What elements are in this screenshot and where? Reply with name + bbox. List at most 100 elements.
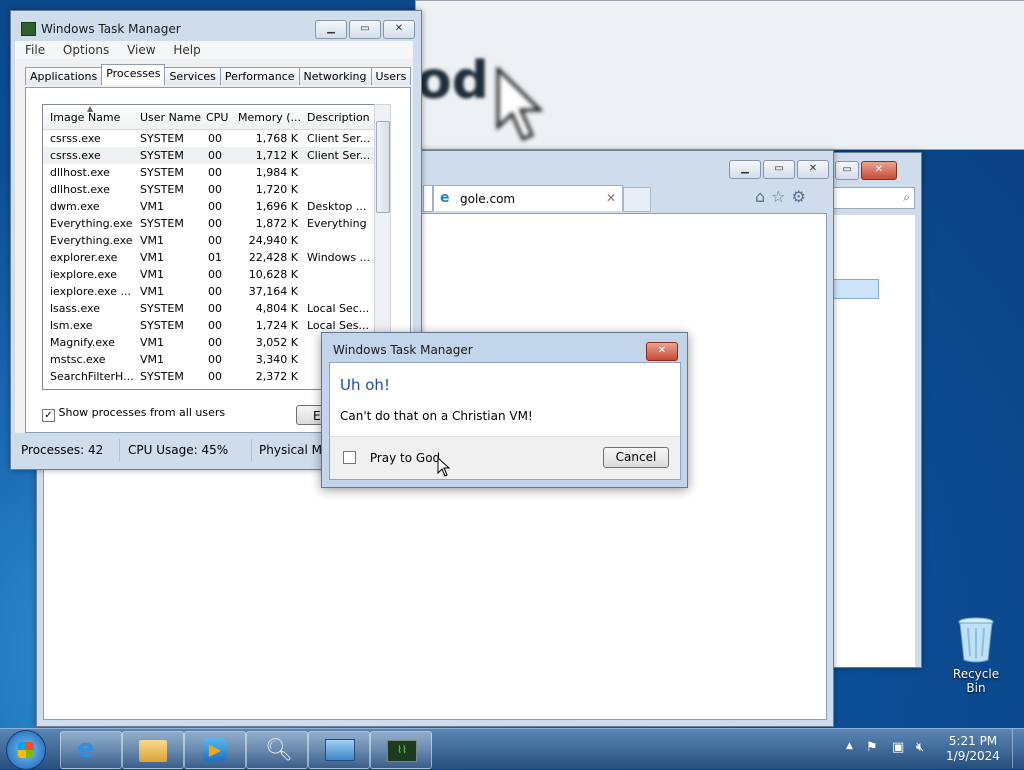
cell-image-name: Everything.exe: [50, 217, 133, 230]
table-row[interactable]: iexplore.exe ... VM1 00 37,164 K: [43, 283, 375, 300]
dialog-client: Uh oh! Can't do that on a Christian VM! …: [329, 362, 681, 480]
menu-help[interactable]: Help: [173, 43, 200, 57]
message-dialog: Windows Task Manager ✕ Uh oh! Can't do t…: [321, 332, 688, 488]
cell-memory: 3,052 K: [255, 336, 298, 349]
cancel-button[interactable]: Cancel: [603, 447, 669, 468]
table-row[interactable]: lsass.exe SYSTEM 00 4,804 K Local Sec...: [43, 300, 375, 317]
maximize-button[interactable]: ▭: [763, 160, 795, 179]
action-center-icon[interactable]: ⚑: [866, 740, 878, 755]
table-row[interactable]: csrss.exe SYSTEM 00 1,712 K Client Ser...: [43, 147, 375, 164]
show-all-users-option[interactable]: ✓ Show processes from all users: [42, 406, 225, 422]
column-cpu[interactable]: CPU: [206, 111, 228, 124]
tab-users[interactable]: Users: [370, 67, 412, 85]
pray-option[interactable]: Pray to God: [343, 451, 440, 465]
taskbar: e ▶ 🔍︎ ⌇⌇ ▲ ⚑ ▣ 🔇︎ 5:21 PM 1/9/2024: [0, 728, 1024, 770]
cell-description: Client Ser...: [307, 149, 371, 162]
close-button[interactable]: ✕: [797, 160, 829, 179]
cell-user-name: SYSTEM: [140, 149, 184, 162]
task-manager-icon: ⌇⌇: [387, 740, 417, 762]
cell-cpu: 00: [208, 217, 222, 230]
sort-arrow-icon: ▲: [87, 104, 94, 113]
cell-user-name: VM1: [140, 285, 165, 298]
recycle-bin-icon: [958, 617, 994, 663]
menu-options[interactable]: Options: [63, 43, 109, 57]
minimize-button[interactable]: ▁: [729, 160, 761, 179]
ie-icon: e: [440, 190, 450, 206]
scrollbar-thumb[interactable]: [376, 121, 390, 213]
home-icon[interactable]: ⌂: [755, 187, 771, 206]
column-description[interactable]: Description: [307, 111, 370, 124]
tab-networking[interactable]: Networking: [298, 67, 372, 85]
taskbar-task-manager[interactable]: ⌇⌇: [370, 731, 432, 769]
cell-memory: 37,164 K: [248, 285, 298, 298]
cell-memory: 2,372 K: [255, 370, 298, 383]
new-tab-button[interactable]: [623, 187, 651, 212]
table-row[interactable]: Everything.exe VM1 00 24,940 K: [43, 232, 375, 249]
menu-file[interactable]: File: [25, 43, 45, 57]
maximize-button[interactable]: ▭: [349, 20, 381, 39]
cell-description: Desktop ...: [307, 200, 367, 213]
show-hidden-icons[interactable]: ▲: [846, 741, 853, 751]
taskbar-explorer[interactable]: [122, 731, 184, 769]
recycle-bin-label: Recycle Bin: [952, 667, 1000, 695]
tab-services[interactable]: Services: [164, 67, 221, 85]
cell-cpu: 00: [208, 285, 222, 298]
pray-checkbox[interactable]: [343, 451, 356, 464]
cell-user-name: VM1: [140, 336, 165, 349]
table-row[interactable]: dllhost.exe SYSTEM 00 1,720 K: [43, 181, 375, 198]
volume-muted-icon[interactable]: 🔇︎: [916, 740, 924, 755]
show-all-users-checkbox[interactable]: ✓: [42, 409, 55, 422]
restore-button[interactable]: ▭: [835, 161, 859, 180]
column-memory[interactable]: Memory (...: [238, 111, 301, 124]
cell-image-name: dwm.exe: [50, 200, 100, 213]
large-cursor-icon: [496, 67, 544, 141]
cell-memory: 24,940 K: [248, 234, 298, 247]
table-row[interactable]: dwm.exe VM1 00 1,696 K Desktop ...: [43, 198, 375, 215]
cell-user-name: VM1: [140, 234, 165, 247]
cell-image-name: explorer.exe: [50, 251, 118, 264]
close-button[interactable]: ✕: [861, 161, 897, 180]
column-image-name[interactable]: Image Name: [50, 111, 120, 124]
search-icon[interactable]: ⌕: [903, 190, 910, 205]
clock-time: 5:21 PM: [948, 734, 998, 748]
recycle-bin[interactable]: Recycle Bin: [944, 616, 1008, 695]
show-desktop-button[interactable]: [1012, 729, 1024, 768]
table-row[interactable]: dllhost.exe SYSTEM 00 1,984 K: [43, 164, 375, 181]
close-button[interactable]: ✕: [383, 20, 415, 39]
cell-memory: 1,872 K: [255, 217, 298, 230]
cell-cpu: 00: [208, 200, 222, 213]
system-clock[interactable]: 5:21 PM 1/9/2024: [940, 734, 1006, 764]
taskbar-media-player[interactable]: ▶: [184, 731, 246, 769]
taskbar-remote-desktop[interactable]: [308, 731, 370, 769]
cell-memory: 1,720 K: [255, 183, 298, 196]
cell-image-name: iexplore.exe: [50, 268, 117, 281]
table-row[interactable]: csrss.exe SYSTEM 00 1,768 K Client Ser...: [43, 130, 375, 147]
column-user-name[interactable]: User Name: [140, 111, 201, 124]
dialog-message: Can't do that on a Christian VM!: [340, 409, 533, 423]
tab-applications[interactable]: Applications: [25, 67, 103, 85]
status-memory: Physical Me: [259, 443, 330, 457]
table-row[interactable]: iexplore.exe VM1 00 10,628 K: [43, 266, 375, 283]
cell-cpu: 00: [208, 370, 222, 383]
cell-memory: 22,428 K: [248, 251, 298, 264]
taskbar-ie[interactable]: e: [60, 731, 122, 769]
start-button[interactable]: [6, 730, 46, 770]
search-box[interactable]: ⌕: [833, 187, 915, 209]
minimize-button[interactable]: ▁: [315, 20, 347, 39]
settings-gear-icon[interactable]: ⚙: [792, 187, 812, 206]
favorites-star-icon[interactable]: ☆: [771, 187, 791, 206]
tab-performance[interactable]: Performance: [219, 67, 300, 85]
table-row[interactable]: explorer.exe VM1 01 22,428 K Windows ...: [43, 249, 375, 266]
browser-tab[interactable]: e gole.com ✕: [433, 185, 623, 211]
cell-memory: 1,696 K: [255, 200, 298, 213]
tab-close-icon[interactable]: ✕: [606, 191, 616, 205]
selected-item[interactable]: [833, 279, 879, 299]
tab-processes[interactable]: Processes: [101, 64, 166, 85]
menu-view[interactable]: View: [127, 43, 155, 57]
clock-date: 1/9/2024: [946, 749, 1000, 763]
taskbar-magnifier[interactable]: 🔍︎: [246, 731, 308, 769]
menu-bar: File Options View Help: [15, 41, 413, 59]
network-icon[interactable]: ▣: [892, 740, 904, 755]
dialog-close-button[interactable]: ✕: [646, 342, 678, 361]
table-row[interactable]: Everything.exe SYSTEM 00 1,872 K Everything: [43, 215, 375, 232]
